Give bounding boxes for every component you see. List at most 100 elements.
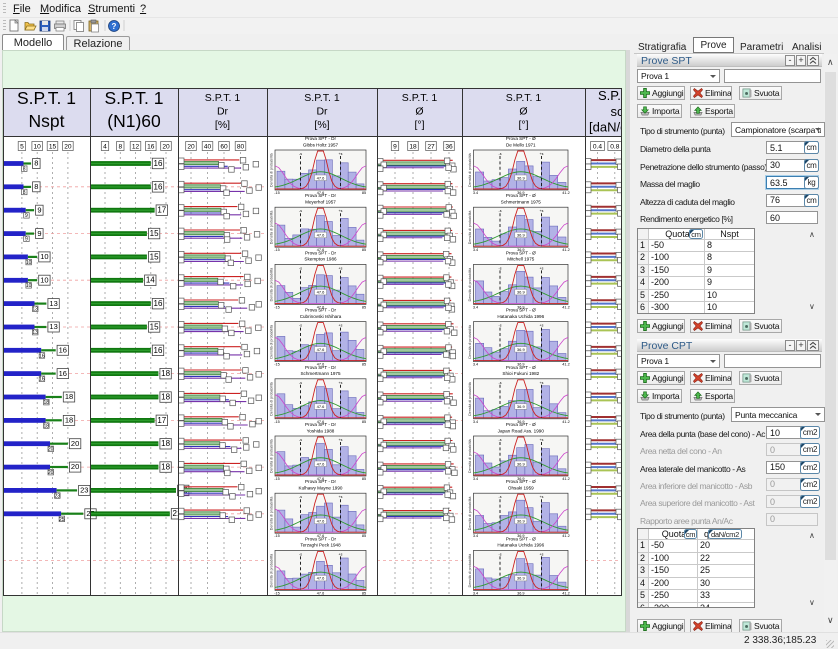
svg-text:18: 18 [65,392,73,401]
svg-text:[%]: [%] [314,119,329,131]
svg-text:+s: +s [339,209,343,213]
svg-text:17: 17 [157,416,166,425]
svg-text:41.2: 41.2 [562,420,569,424]
svg-text:-15: -15 [274,534,280,538]
svg-text:S.P.T. 1: S.P.T. 1 [205,92,241,104]
svg-text:-s: -s [299,552,302,556]
svg-text:15: 15 [49,144,57,151]
svg-text:-s: -s [499,324,502,328]
svg-text:Dr: Dr [217,106,229,118]
svg-text:41.2: 41.2 [562,305,569,309]
svg-text:18: 18 [161,439,170,448]
svg-text:16: 16 [154,182,163,191]
svg-text:Prova SPT - Dr: Prova SPT - Dr [305,193,337,198]
svg-text:Dr: Dr [316,106,328,118]
svg-text:+s: +s [339,495,343,499]
svg-text:Meyerhof 1957: Meyerhof 1957 [305,200,336,205]
svg-text:S.P.T. 1: S.P.T. 1 [402,92,438,104]
svg-text:10: 10 [26,260,32,266]
svg-text:+s: +s [540,152,544,156]
svg-text:8: 8 [23,190,26,196]
svg-text:Schmertmann 1975: Schmertmann 1975 [300,371,341,376]
svg-text:40: 40 [204,144,212,151]
svg-text:47.6: 47.6 [317,347,326,352]
svg-text:Prova SPT - Ø: Prova SPT - Ø [506,193,536,198]
svg-text:5: 5 [20,144,24,151]
svg-text:47.6: 47.6 [317,519,326,524]
svg-text:Prova SPT - Ø: Prova SPT - Ø [506,536,536,541]
svg-text:16: 16 [39,353,45,359]
svg-text:47.6: 47.6 [317,576,326,581]
svg-text:20: 20 [187,144,195,151]
svg-text:8: 8 [118,144,122,151]
svg-text:+s: +s [540,552,544,556]
svg-text:+s: +s [339,152,343,156]
svg-text:41.2: 41.2 [562,477,569,481]
svg-text:85: 85 [362,591,366,595]
svg-text:3.4: 3.4 [473,305,478,309]
svg-text:13: 13 [32,330,38,336]
svg-text:+s: +s [540,209,544,213]
svg-text:10: 10 [40,252,48,261]
svg-text:+s: +s [339,438,343,442]
svg-text:9: 9 [393,144,397,151]
svg-text:Densità di probabilità: Densità di probabilità [468,439,472,473]
svg-text:85: 85 [362,305,366,309]
svg-text:-s: -s [299,381,302,385]
svg-text:-s: -s [499,152,502,156]
svg-text:14: 14 [146,276,155,285]
svg-text:13: 13 [49,299,57,308]
svg-text:Densità di probabilità: Densità di probabilità [270,382,274,416]
svg-text:4: 4 [103,144,107,151]
svg-text:Densità di probabilità: Densità di probabilità [468,497,472,531]
svg-text:18: 18 [161,369,170,378]
svg-text:Cubrinovski Ishihara: Cubrinovski Ishihara [300,314,342,319]
svg-text:41.2: 41.2 [562,591,569,595]
svg-text:20: 20 [64,144,72,151]
svg-text:-s: -s [299,209,302,213]
svg-text:41.2: 41.2 [562,191,569,195]
svg-text:Densità di probabilità: Densità di probabilità [468,153,472,187]
svg-text:Ø: Ø [519,106,527,118]
svg-text:20: 20 [71,439,79,448]
svg-text:Densità di probabilità: Densità di probabilità [270,554,274,588]
svg-text:-s: -s [499,552,502,556]
svg-text:Prova SPT - Ø: Prova SPT - Ø [506,250,536,255]
svg-text:47.6: 47.6 [317,591,324,595]
svg-text:[°]: [°] [414,119,424,131]
svg-text:47.6: 47.6 [317,461,326,466]
svg-text:9: 9 [25,237,28,243]
svg-text:85: 85 [362,477,366,481]
svg-text:+s: +s [540,266,544,270]
svg-text:0.4: 0.4 [593,144,602,151]
svg-text:Prova SPT - Dr: Prova SPT - Dr [305,422,337,427]
svg-text:Hatanaka Uchida 1996: Hatanaka Uchida 1996 [497,314,544,319]
svg-text:47.6: 47.6 [317,290,326,295]
svg-text:-s: -s [499,266,502,270]
svg-text:16: 16 [59,346,67,355]
svg-text:De Mello 1971: De Mello 1971 [506,142,536,147]
svg-text:9: 9 [37,229,41,238]
svg-text:8: 8 [23,167,26,173]
svg-text:85: 85 [362,420,366,424]
svg-text:85: 85 [362,363,366,367]
svg-text:3.4: 3.4 [473,363,478,367]
svg-text:3.4: 3.4 [473,420,478,424]
svg-text:-s: -s [299,495,302,499]
svg-text:+s: +s [339,381,343,385]
svg-text:Densità di probabilità: Densità di probabilità [270,268,274,302]
svg-text:Skempton 1986: Skempton 1986 [304,257,337,262]
svg-text:Prova SPT - Ø: Prova SPT - Ø [506,308,536,313]
svg-text:15: 15 [150,252,159,261]
svg-text:10: 10 [26,283,32,289]
svg-text:Nspt: Nspt [29,111,65,131]
svg-text:Prova SPT - Ø: Prova SPT - Ø [506,422,536,427]
svg-text:S.P.T. 1: S.P.T. 1 [598,88,631,103]
svg-text:Prova SPT - Dr: Prova SPT - Dr [305,308,337,313]
svg-text:20: 20 [48,447,54,453]
svg-text:Mitchell 1975: Mitchell 1975 [507,257,535,262]
svg-text:9: 9 [37,205,41,214]
svg-text:60: 60 [220,144,228,151]
svg-text:-15: -15 [274,591,280,595]
svg-text:Schmertmann 1975: Schmertmann 1975 [501,200,542,205]
